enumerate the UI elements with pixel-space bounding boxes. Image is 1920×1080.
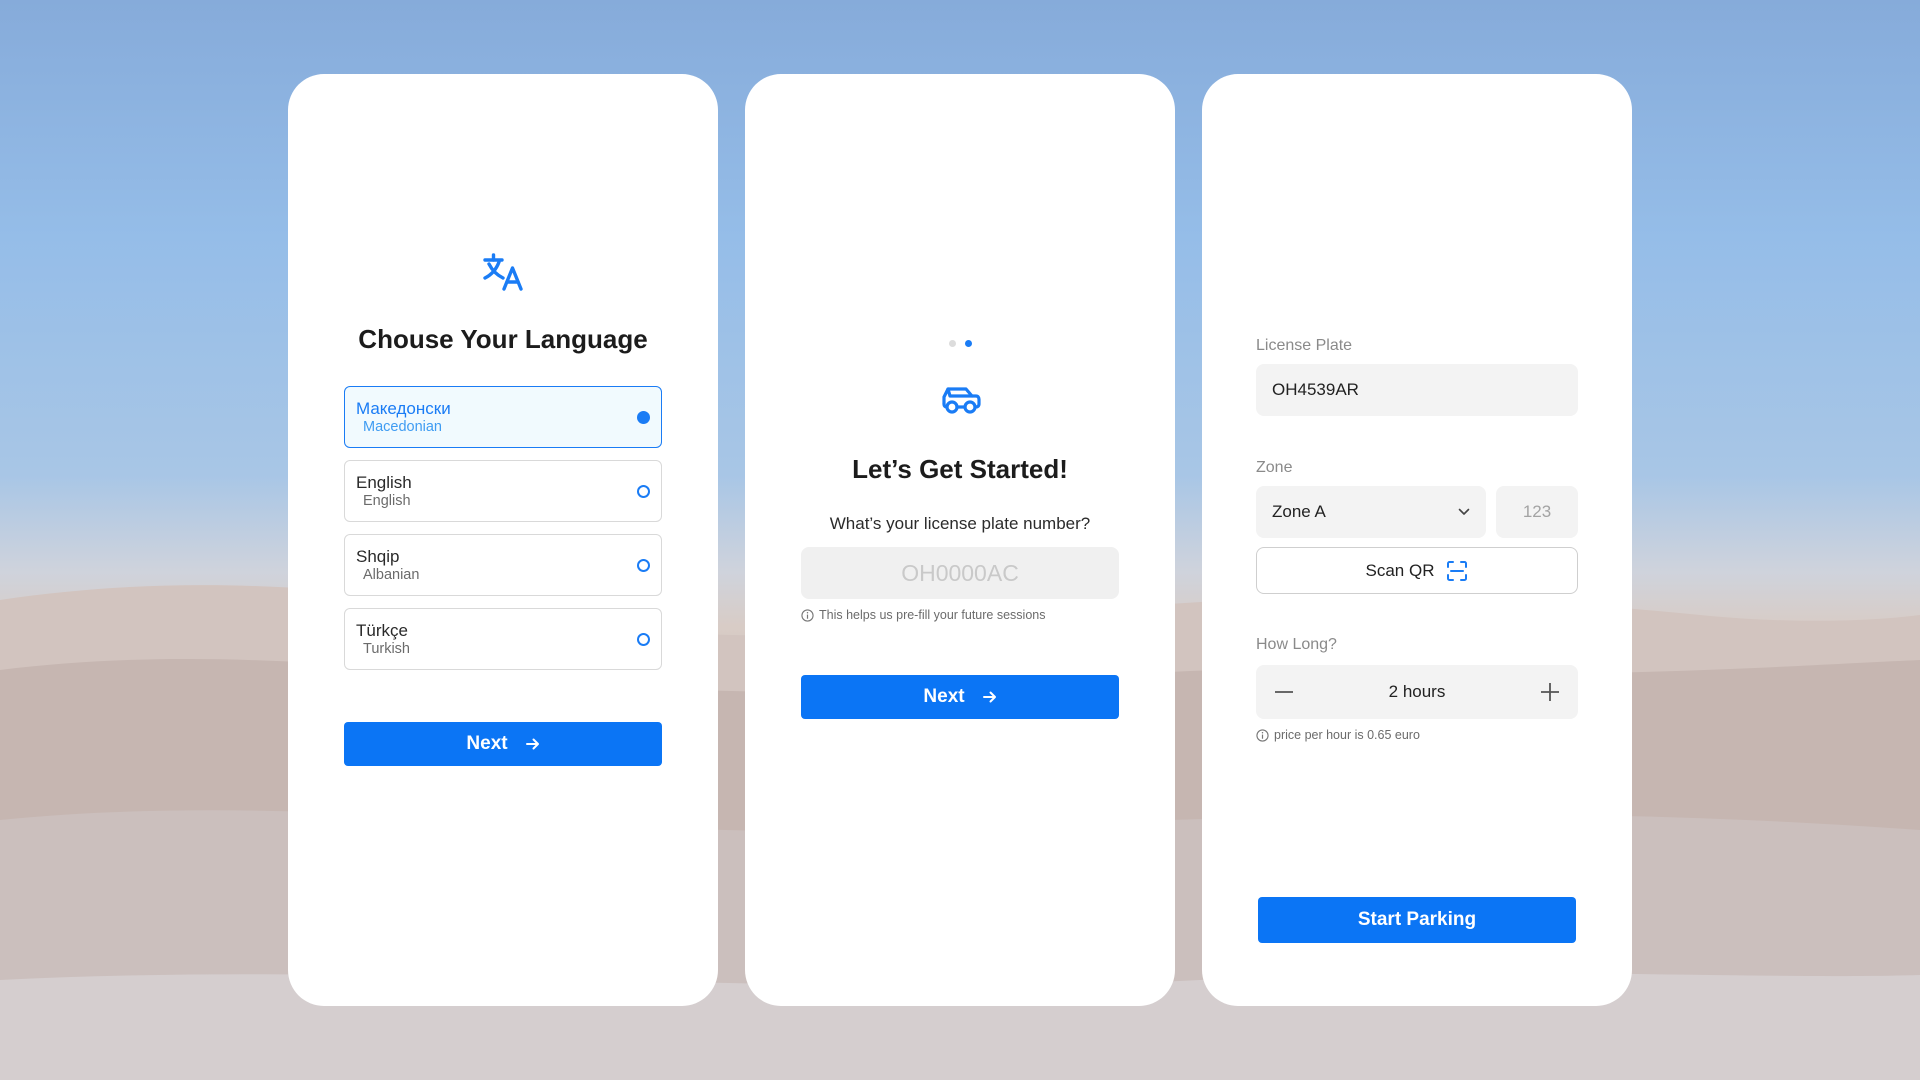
language-option-english[interactable]: English English xyxy=(344,460,662,522)
plus-icon xyxy=(1540,683,1559,701)
step-dot-active xyxy=(964,340,972,347)
license-plate-input[interactable] xyxy=(801,547,1119,599)
page-title: Chouse Your Language xyxy=(358,324,648,354)
language-native-name: English xyxy=(356,473,412,492)
radio-icon[interactable] xyxy=(637,633,650,646)
language-option-albanian[interactable]: Shqip Albanian xyxy=(344,534,662,596)
helper-text-label: This helps us pre-fill your future sessi… xyxy=(819,608,1046,622)
language-card: Chouse Your Language Македонски Macedoni… xyxy=(288,74,718,1006)
radio-icon[interactable] xyxy=(637,559,650,572)
language-option-macedonian[interactable]: Македонски Macedonian xyxy=(344,386,662,448)
zone-number-field[interactable]: 123 xyxy=(1496,486,1578,538)
next-button-label: Next xyxy=(923,686,965,707)
info-icon xyxy=(801,608,814,622)
duration-label: How Long? xyxy=(1256,636,1337,653)
next-button[interactable]: Next xyxy=(344,722,662,766)
language-english-name: Albanian xyxy=(363,567,420,583)
page-title: Let’s Get Started! xyxy=(852,454,1068,484)
language-english-name: English xyxy=(363,493,411,509)
language-english-name: Macedonian xyxy=(363,419,442,435)
duration-value: 2 hours xyxy=(1388,682,1446,701)
language-native-name: Shqip xyxy=(356,547,400,566)
license-plate-value: OH4539AR xyxy=(1272,380,1359,399)
zone-label: Zone xyxy=(1256,459,1293,476)
zone-select[interactable]: Zone A xyxy=(1256,486,1486,538)
translate-icon xyxy=(483,253,523,291)
car-icon xyxy=(942,387,981,414)
decrement-button[interactable] xyxy=(1274,682,1294,702)
radio-icon[interactable] xyxy=(637,485,650,498)
increment-button[interactable] xyxy=(1540,682,1560,702)
next-button[interactable]: Next xyxy=(801,675,1119,719)
scan-qr-button[interactable]: Scan QR xyxy=(1256,547,1578,594)
zone-number-value: 123 xyxy=(1522,502,1552,521)
minus-icon xyxy=(1275,691,1293,693)
start-parking-label: Start Parking xyxy=(1357,909,1477,930)
language-english-name: Turkish xyxy=(363,641,410,657)
zone-select-value: Zone A xyxy=(1272,502,1326,521)
step-dot xyxy=(948,340,956,347)
start-parking-button[interactable]: Start Parking xyxy=(1258,897,1576,943)
license-plate-label: License Plate xyxy=(1256,337,1353,354)
get-started-card: Let’s Get Started! What’s your license p… xyxy=(745,74,1175,1006)
step-indicator xyxy=(745,340,1175,347)
duration-stepper[interactable]: 2 hours xyxy=(1256,665,1578,719)
info-icon xyxy=(1256,728,1269,742)
arrow-right-icon xyxy=(982,691,996,703)
parking-card: License Plate OH4539AR Zone Zone A 123 S… xyxy=(1202,74,1632,1006)
price-hint: price per hour is 0.65 euro xyxy=(1256,728,1420,742)
license-plate-field[interactable]: OH4539AR xyxy=(1256,364,1578,416)
language-option-turkish[interactable]: Türkçe Turkish xyxy=(344,608,662,670)
language-native-name: Türkçe xyxy=(356,621,408,640)
arrow-right-icon xyxy=(525,738,539,750)
price-hint-label: price per hour is 0.65 euro xyxy=(1274,728,1420,742)
plate-question: What’s your license plate number? xyxy=(829,514,1091,533)
next-button-label: Next xyxy=(466,733,508,754)
language-native-name: Македонски xyxy=(356,399,451,418)
scan-qr-label: Scan QR xyxy=(1365,560,1435,580)
radio-selected-icon[interactable] xyxy=(637,411,650,424)
helper-text: This helps us pre-fill your future sessi… xyxy=(801,608,1045,622)
chevron-down-icon xyxy=(1458,508,1470,515)
scan-icon xyxy=(1447,560,1468,581)
